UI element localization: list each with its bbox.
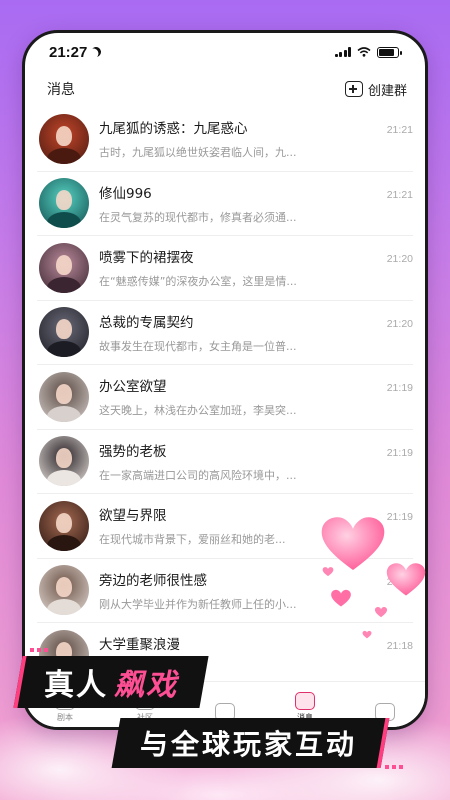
- conversation-info: 九尾狐的诱惑：九尾惑心 21:21 古时，九尾狐以绝世妖姿君临人间，九...: [99, 117, 413, 160]
- conversation-info: 办公室欲望 21:19 这天晚上，林浅在办公室加班，李昊突...: [99, 375, 413, 418]
- conversation-time: 21:20: [386, 317, 413, 330]
- heart-icon: [374, 607, 388, 618]
- add-box-icon: [344, 81, 363, 97]
- heart-icon: [331, 589, 351, 607]
- messages-header: 消息 创建群: [25, 71, 425, 107]
- conversation-preview: 故事发生在现代都市，女主角是一位普...: [99, 339, 297, 353]
- conversation-info: 修仙996 21:21 在灵气复苏的现代都市，修真者必须通...: [99, 182, 413, 225]
- status-time: 21:27: [49, 44, 101, 61]
- promo-banner-top: 真人 飙戏: [13, 656, 209, 708]
- tab-label: 剧本: [57, 713, 73, 722]
- conversation-title: 旁边的老师很性感: [99, 572, 207, 589]
- decor-dots: [30, 648, 48, 652]
- conversation-preview: 在一家高端进口公司的高风险环境中，...: [99, 468, 297, 482]
- conversation-title: 办公室欲望: [99, 379, 167, 396]
- conversation-preview: 这天晚上，林浅在办公室加班，李昊突...: [99, 404, 297, 418]
- conversation-title: 大学重聚浪漫: [99, 637, 180, 654]
- conversation-title: 九尾狐的诱惑：九尾惑心: [99, 121, 248, 138]
- conversation-info: 总裁的专属契约 21:20 故事发生在现代都市，女主角是一位普...: [99, 311, 413, 354]
- create-group-button[interactable]: 创建群: [344, 80, 407, 99]
- avatar: [39, 307, 89, 358]
- avatar: [39, 436, 89, 487]
- conversation-preview: 在现代城市背景下，爱丽丝和她的老...: [99, 533, 286, 547]
- avatar: [39, 500, 89, 551]
- conversation-time: 21:21: [386, 188, 413, 201]
- battery-icon: [377, 46, 402, 58]
- conversation-row[interactable]: 修仙996 21:21 在灵气复苏的现代都市，修真者必须通...: [37, 172, 413, 236]
- heart-icon: [386, 563, 426, 596]
- conversation-preview: 在灵气复苏的现代都市，修真者必须通...: [99, 210, 297, 224]
- heart-icon: [322, 567, 334, 577]
- clock-text: 21:27: [49, 43, 88, 61]
- avatar: [39, 565, 89, 616]
- heart-icon: [362, 630, 372, 639]
- conversation-time: 21:21: [386, 124, 413, 137]
- conversation-info: 旁边的老师很性感21:19刚从大学毕业并作为新任教师上任的小...: [99, 569, 413, 612]
- conversation-time: 21:18: [386, 640, 413, 653]
- decor-dots: [385, 765, 403, 769]
- conversation-title: 喷雾下的裙摆夜: [99, 250, 194, 267]
- conversation-preview: 古时，九尾狐以绝世妖姿君临人间，九...: [99, 146, 297, 160]
- conversation-row[interactable]: 总裁的专属契约 21:20 故事发生在现代都市，女主角是一位普...: [37, 301, 413, 365]
- conversation-title: 总裁的专属契约: [99, 314, 194, 331]
- conversation-time: 21:19: [386, 446, 413, 459]
- avatar: [39, 371, 89, 422]
- status-icons: [334, 46, 402, 58]
- conversation-row[interactable]: 强势的老板 21:19 在一家高端进口公司的高风险环境中，...: [37, 430, 413, 494]
- conversation-time: 21:19: [386, 511, 413, 524]
- wifi-icon: [357, 47, 371, 57]
- avatar: [39, 113, 89, 164]
- conversation-list: 九尾狐的诱惑：九尾惑心 21:21 古时，九尾狐以绝世妖姿君临人间，九... 修仙99…: [25, 107, 425, 688]
- conversation-time: 21:20: [386, 253, 413, 266]
- promo-banner-bottom: 与全球玩家互动: [111, 718, 390, 768]
- signal-icon: [334, 47, 351, 57]
- conversation-title: 修仙996: [99, 185, 152, 202]
- conversation-preview: 刚从大学毕业并作为新任教师上任的小...: [99, 597, 297, 611]
- conversation-row[interactable]: 九尾狐的诱惑：九尾惑心 21:21 古时，九尾狐以绝世妖姿君临人间，九...: [37, 107, 413, 172]
- phone-frame: 21:27 消息 创建群 九尾狐的诱惑：九尾惑心 21:21 古时，九尾狐以绝世妖姿…: [22, 30, 428, 730]
- banner-text-act: 飙戏: [114, 668, 178, 703]
- heart-icon: [321, 517, 385, 570]
- conversation-info: 强势的老板 21:19 在一家高端进口公司的高风险环境中，...: [99, 440, 413, 483]
- conversation-row[interactable]: 办公室欲望 21:19 这天晚上，林浅在办公室加班，李昊突...: [37, 365, 413, 430]
- conversation-row[interactable]: 喷雾下的裙摆夜 21:20 在“魅惑传媒”的深夜办公室，这里是情...: [37, 236, 413, 301]
- conversation-time: 21:19: [386, 382, 413, 395]
- page-title: 消息: [47, 82, 75, 98]
- conversation-info: 喷雾下的裙摆夜 21:20 在“魅惑传媒”的深夜办公室，这里是情...: [99, 246, 413, 289]
- create-group-label: 创建群: [367, 83, 407, 99]
- avatar: [39, 242, 89, 293]
- banner-text-real: 真人: [44, 668, 108, 703]
- conversation-preview: 在“魅惑传媒”的深夜办公室，这里是情...: [99, 275, 297, 289]
- conversation-title: 强势的老板: [99, 443, 167, 460]
- moon-icon: [90, 45, 104, 59]
- avatar: [39, 178, 89, 229]
- conversation-title: 欲望与界限: [99, 508, 167, 525]
- tab-icon: [295, 692, 315, 710]
- banner-text-interact: 与全球玩家互动: [140, 728, 358, 761]
- status-bar: 21:27: [25, 33, 425, 71]
